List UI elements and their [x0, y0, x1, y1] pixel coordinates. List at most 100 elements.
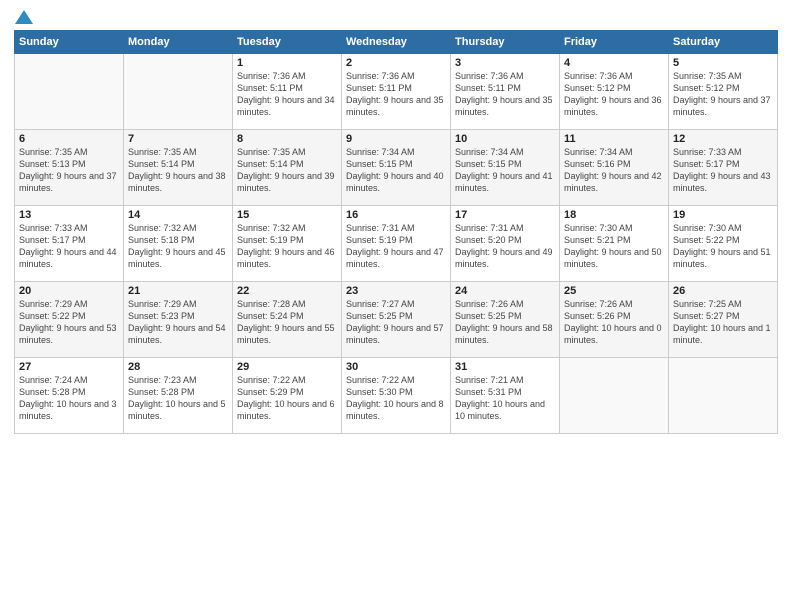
cell-details: Sunrise: 7:32 AM Sunset: 5:19 PM Dayligh… — [237, 222, 337, 271]
calendar-cell — [15, 54, 124, 130]
day-number: 10 — [455, 133, 555, 145]
day-number: 15 — [237, 209, 337, 221]
calendar-cell: 29Sunrise: 7:22 AM Sunset: 5:29 PM Dayli… — [233, 358, 342, 434]
day-number: 4 — [564, 57, 664, 69]
day-number: 21 — [128, 285, 228, 297]
cell-details: Sunrise: 7:36 AM Sunset: 5:12 PM Dayligh… — [564, 70, 664, 119]
calendar-cell: 26Sunrise: 7:25 AM Sunset: 5:27 PM Dayli… — [669, 282, 778, 358]
calendar-cell: 4Sunrise: 7:36 AM Sunset: 5:12 PM Daylig… — [560, 54, 669, 130]
day-number: 24 — [455, 285, 555, 297]
calendar-cell: 31Sunrise: 7:21 AM Sunset: 5:31 PM Dayli… — [451, 358, 560, 434]
calendar-cell: 28Sunrise: 7:23 AM Sunset: 5:28 PM Dayli… — [124, 358, 233, 434]
col-sunday: Sunday — [15, 31, 124, 54]
day-number: 28 — [128, 361, 228, 373]
cell-details: Sunrise: 7:28 AM Sunset: 5:24 PM Dayligh… — [237, 298, 337, 347]
day-number: 8 — [237, 133, 337, 145]
cell-details: Sunrise: 7:33 AM Sunset: 5:17 PM Dayligh… — [19, 222, 119, 271]
day-number: 27 — [19, 361, 119, 373]
calendar-cell: 24Sunrise: 7:26 AM Sunset: 5:25 PM Dayli… — [451, 282, 560, 358]
cell-details: Sunrise: 7:31 AM Sunset: 5:19 PM Dayligh… — [346, 222, 446, 271]
cell-details: Sunrise: 7:35 AM Sunset: 5:13 PM Dayligh… — [19, 146, 119, 195]
col-wednesday: Wednesday — [342, 31, 451, 54]
day-number: 18 — [564, 209, 664, 221]
cell-details: Sunrise: 7:31 AM Sunset: 5:20 PM Dayligh… — [455, 222, 555, 271]
calendar-table: Sunday Monday Tuesday Wednesday Thursday… — [14, 30, 778, 434]
day-number: 6 — [19, 133, 119, 145]
day-number: 26 — [673, 285, 773, 297]
cell-details: Sunrise: 7:30 AM Sunset: 5:22 PM Dayligh… — [673, 222, 773, 271]
week-row-5: 27Sunrise: 7:24 AM Sunset: 5:28 PM Dayli… — [15, 358, 778, 434]
cell-details: Sunrise: 7:26 AM Sunset: 5:26 PM Dayligh… — [564, 298, 664, 347]
calendar-cell: 30Sunrise: 7:22 AM Sunset: 5:30 PM Dayli… — [342, 358, 451, 434]
cell-details: Sunrise: 7:36 AM Sunset: 5:11 PM Dayligh… — [237, 70, 337, 119]
header-row: Sunday Monday Tuesday Wednesday Thursday… — [15, 31, 778, 54]
day-number: 22 — [237, 285, 337, 297]
col-monday: Monday — [124, 31, 233, 54]
col-friday: Friday — [560, 31, 669, 54]
calendar-cell: 13Sunrise: 7:33 AM Sunset: 5:17 PM Dayli… — [15, 206, 124, 282]
week-row-2: 6Sunrise: 7:35 AM Sunset: 5:13 PM Daylig… — [15, 130, 778, 206]
calendar-cell: 5Sunrise: 7:35 AM Sunset: 5:12 PM Daylig… — [669, 54, 778, 130]
cell-details: Sunrise: 7:24 AM Sunset: 5:28 PM Dayligh… — [19, 374, 119, 423]
day-number: 16 — [346, 209, 446, 221]
calendar-cell: 15Sunrise: 7:32 AM Sunset: 5:19 PM Dayli… — [233, 206, 342, 282]
cell-details: Sunrise: 7:34 AM Sunset: 5:15 PM Dayligh… — [346, 146, 446, 195]
cell-details: Sunrise: 7:35 AM Sunset: 5:14 PM Dayligh… — [237, 146, 337, 195]
day-number: 14 — [128, 209, 228, 221]
cell-details: Sunrise: 7:30 AM Sunset: 5:21 PM Dayligh… — [564, 222, 664, 271]
day-number: 7 — [128, 133, 228, 145]
week-row-3: 13Sunrise: 7:33 AM Sunset: 5:17 PM Dayli… — [15, 206, 778, 282]
cell-details: Sunrise: 7:35 AM Sunset: 5:14 PM Dayligh… — [128, 146, 228, 195]
col-tuesday: Tuesday — [233, 31, 342, 54]
calendar-cell: 20Sunrise: 7:29 AM Sunset: 5:22 PM Dayli… — [15, 282, 124, 358]
cell-details: Sunrise: 7:33 AM Sunset: 5:17 PM Dayligh… — [673, 146, 773, 195]
day-number: 12 — [673, 133, 773, 145]
day-number: 17 — [455, 209, 555, 221]
calendar-cell: 1Sunrise: 7:36 AM Sunset: 5:11 PM Daylig… — [233, 54, 342, 130]
day-number: 25 — [564, 285, 664, 297]
col-saturday: Saturday — [669, 31, 778, 54]
cell-details: Sunrise: 7:29 AM Sunset: 5:22 PM Dayligh… — [19, 298, 119, 347]
day-number: 3 — [455, 57, 555, 69]
calendar-cell: 3Sunrise: 7:36 AM Sunset: 5:11 PM Daylig… — [451, 54, 560, 130]
calendar-cell: 17Sunrise: 7:31 AM Sunset: 5:20 PM Dayli… — [451, 206, 560, 282]
calendar-cell: 27Sunrise: 7:24 AM Sunset: 5:28 PM Dayli… — [15, 358, 124, 434]
day-number: 20 — [19, 285, 119, 297]
calendar-cell: 6Sunrise: 7:35 AM Sunset: 5:13 PM Daylig… — [15, 130, 124, 206]
calendar-cell: 22Sunrise: 7:28 AM Sunset: 5:24 PM Dayli… — [233, 282, 342, 358]
calendar-cell: 14Sunrise: 7:32 AM Sunset: 5:18 PM Dayli… — [124, 206, 233, 282]
cell-details: Sunrise: 7:34 AM Sunset: 5:16 PM Dayligh… — [564, 146, 664, 195]
calendar-cell: 9Sunrise: 7:34 AM Sunset: 5:15 PM Daylig… — [342, 130, 451, 206]
day-number: 5 — [673, 57, 773, 69]
day-number: 19 — [673, 209, 773, 221]
calendar-cell: 10Sunrise: 7:34 AM Sunset: 5:15 PM Dayli… — [451, 130, 560, 206]
day-number: 2 — [346, 57, 446, 69]
calendar-cell: 12Sunrise: 7:33 AM Sunset: 5:17 PM Dayli… — [669, 130, 778, 206]
calendar-cell: 25Sunrise: 7:26 AM Sunset: 5:26 PM Dayli… — [560, 282, 669, 358]
week-row-1: 1Sunrise: 7:36 AM Sunset: 5:11 PM Daylig… — [15, 54, 778, 130]
calendar-cell: 18Sunrise: 7:30 AM Sunset: 5:21 PM Dayli… — [560, 206, 669, 282]
calendar-cell: 8Sunrise: 7:35 AM Sunset: 5:14 PM Daylig… — [233, 130, 342, 206]
calendar-cell: 19Sunrise: 7:30 AM Sunset: 5:22 PM Dayli… — [669, 206, 778, 282]
cell-details: Sunrise: 7:22 AM Sunset: 5:30 PM Dayligh… — [346, 374, 446, 423]
cell-details: Sunrise: 7:25 AM Sunset: 5:27 PM Dayligh… — [673, 298, 773, 347]
cell-details: Sunrise: 7:23 AM Sunset: 5:28 PM Dayligh… — [128, 374, 228, 423]
calendar-cell: 16Sunrise: 7:31 AM Sunset: 5:19 PM Dayli… — [342, 206, 451, 282]
cell-details: Sunrise: 7:35 AM Sunset: 5:12 PM Dayligh… — [673, 70, 773, 119]
calendar-cell — [124, 54, 233, 130]
cell-details: Sunrise: 7:29 AM Sunset: 5:23 PM Dayligh… — [128, 298, 228, 347]
calendar-cell: 11Sunrise: 7:34 AM Sunset: 5:16 PM Dayli… — [560, 130, 669, 206]
calendar-cell: 7Sunrise: 7:35 AM Sunset: 5:14 PM Daylig… — [124, 130, 233, 206]
day-number: 31 — [455, 361, 555, 373]
calendar-cell — [669, 358, 778, 434]
cell-details: Sunrise: 7:27 AM Sunset: 5:25 PM Dayligh… — [346, 298, 446, 347]
calendar-cell: 21Sunrise: 7:29 AM Sunset: 5:23 PM Dayli… — [124, 282, 233, 358]
day-number: 9 — [346, 133, 446, 145]
logo-icon — [15, 8, 33, 26]
cell-details: Sunrise: 7:36 AM Sunset: 5:11 PM Dayligh… — [346, 70, 446, 119]
day-number: 30 — [346, 361, 446, 373]
logo — [14, 10, 33, 24]
cell-details: Sunrise: 7:26 AM Sunset: 5:25 PM Dayligh… — [455, 298, 555, 347]
week-row-4: 20Sunrise: 7:29 AM Sunset: 5:22 PM Dayli… — [15, 282, 778, 358]
calendar-cell: 2Sunrise: 7:36 AM Sunset: 5:11 PM Daylig… — [342, 54, 451, 130]
